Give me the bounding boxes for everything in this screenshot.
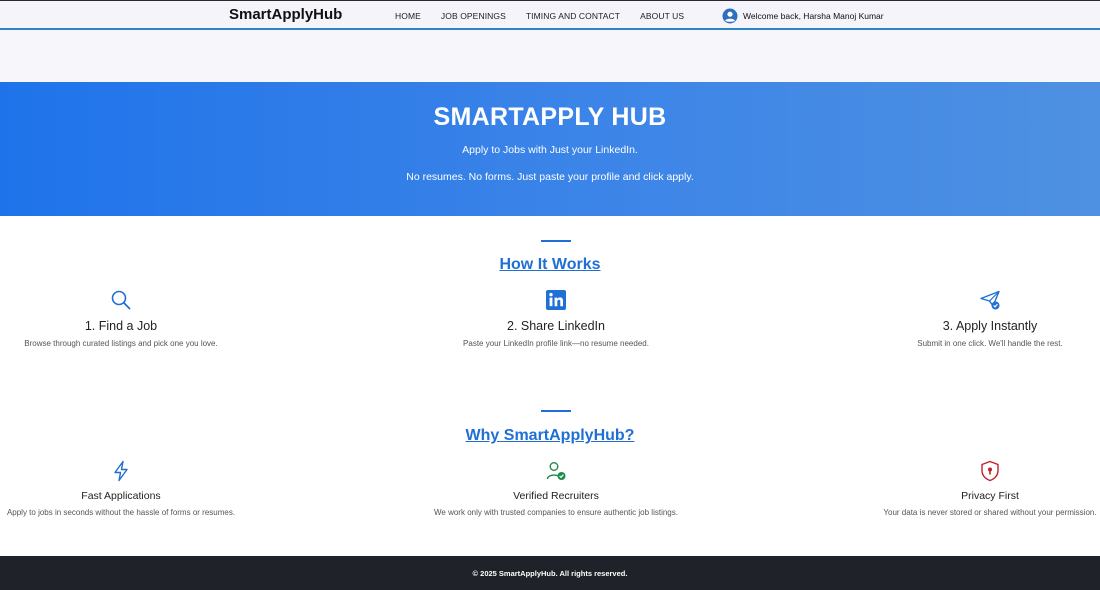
lightning-icon <box>114 460 128 482</box>
nav-link-timing-contact[interactable]: TIMING AND CONTACT <box>526 11 620 21</box>
hero-banner: SMARTAPPLY HUB Apply to Jobs with Just y… <box>0 82 1100 216</box>
nav-link-job-openings[interactable]: JOB OPENINGS <box>441 11 506 21</box>
benefit-title: Privacy First <box>961 490 1019 502</box>
why-title: Why SmartApplyHub? <box>465 427 635 444</box>
search-icon <box>111 290 131 310</box>
step-description: Paste your LinkedIn profile link—no resu… <box>463 339 649 348</box>
benefit-description: Your data is never stored or shared with… <box>883 508 1097 517</box>
hero-tagline: Apply to Jobs with Just your LinkedIn. <box>462 144 638 156</box>
user-circle-icon[interactable] <box>722 8 738 24</box>
nav-links: HOME JOB OPENINGS TIMING AND CONTACT ABO… <box>395 11 684 21</box>
benefit-verified-recruiters: Verified Recruiters We work only with tr… <box>412 460 700 517</box>
nav-link-home[interactable]: HOME <box>395 11 421 21</box>
top-spacer <box>0 30 1100 82</box>
step-title: 3. Apply Instantly <box>942 319 1038 333</box>
send-check-icon <box>980 290 1000 310</box>
person-check-icon <box>546 462 566 480</box>
step-title: 1. Find a Job <box>84 319 158 333</box>
benefit-privacy-first: Privacy First Your data is never stored … <box>880 460 1100 517</box>
step-share-linkedin: 2. Share LinkedIn Paste your LinkedIn pr… <box>412 289 700 348</box>
linkedin-icon <box>546 290 566 310</box>
why-divider <box>541 410 571 412</box>
nav-link-about-us[interactable]: ABOUT US <box>640 11 684 21</box>
benefit-description: Apply to jobs in seconds without the has… <box>6 508 236 517</box>
how-it-works-divider <box>541 240 571 242</box>
main-content: How It Works 1. Find a Job Browse throug… <box>0 216 1100 556</box>
how-it-works-title: How It Works <box>499 256 601 273</box>
step-description: Submit in one click. We'll handle the re… <box>917 339 1063 348</box>
benefit-title: Fast Applications <box>81 490 161 502</box>
footer: © 2025 SmartApplyHub. All rights reserve… <box>0 556 1100 590</box>
hero-title: SMARTAPPLY HUB <box>433 103 667 131</box>
step-description: Browse through curated listings and pick… <box>24 339 218 348</box>
shield-lock-icon <box>981 460 999 482</box>
step-title: 2. Share LinkedIn <box>507 319 605 333</box>
benefit-description: We work only with trusted companies to e… <box>434 508 678 517</box>
hero-subtext: No resumes. No forms. Just paste your pr… <box>406 171 694 183</box>
step-apply-instantly: 3. Apply Instantly Submit in one click. … <box>890 289 1090 348</box>
welcome-message: Welcome back, Harsha Manoj Kumar <box>743 11 884 21</box>
user-menu[interactable]: Welcome back, Harsha Manoj Kumar <box>722 8 884 24</box>
benefit-fast-applications: Fast Applications Apply to jobs in secon… <box>0 460 242 517</box>
brand-logo-text[interactable]: SmartApplyHub <box>229 6 342 23</box>
benefit-title: Verified Recruiters <box>513 490 599 502</box>
copyright-text: © 2025 SmartApplyHub. All rights reserve… <box>472 569 628 578</box>
step-find-job: 1. Find a Job Browse through curated lis… <box>0 289 242 348</box>
navbar: SmartApplyHub HOME JOB OPENINGS TIMING A… <box>0 0 1100 30</box>
